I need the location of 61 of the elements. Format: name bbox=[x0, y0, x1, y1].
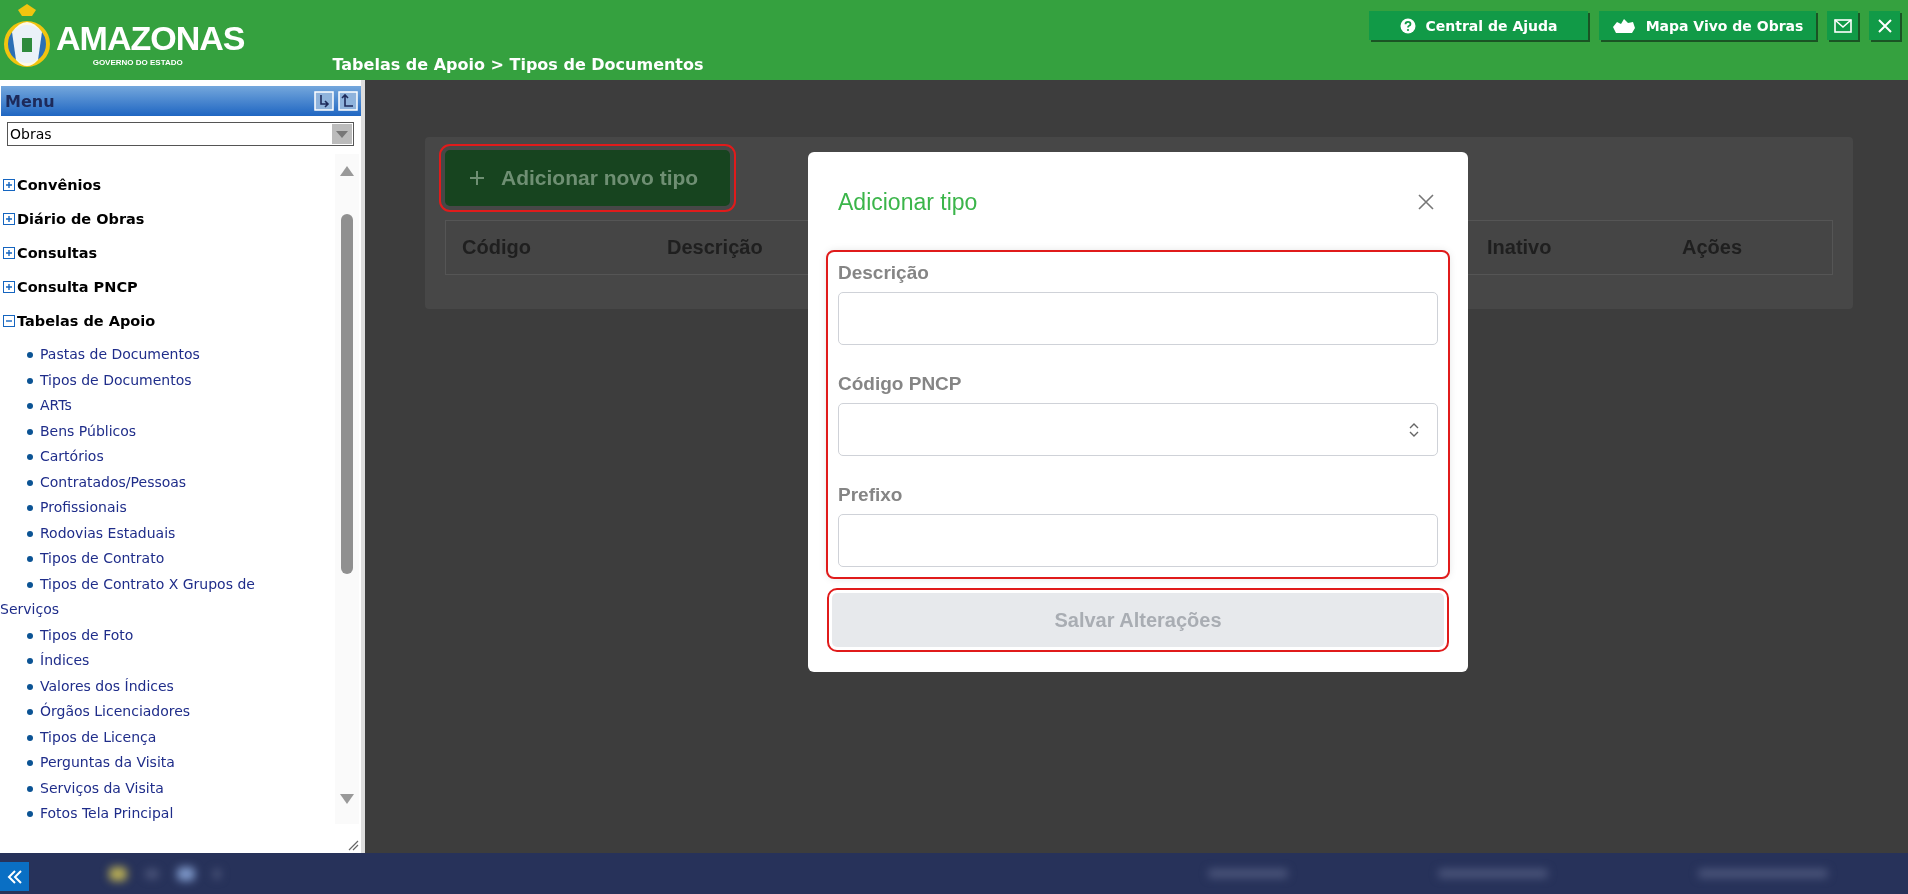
menu-link[interactable]: Tipos de Contrato bbox=[0, 546, 335, 572]
menu-link[interactable]: Índices bbox=[0, 648, 335, 674]
menu-link[interactable]: Órgãos Licenciadores bbox=[0, 699, 335, 725]
text-field[interactable] bbox=[838, 514, 1438, 567]
field-label: Prefixo bbox=[838, 484, 904, 506]
menu-link[interactable]: Bens Públicos bbox=[0, 418, 335, 444]
scroll-down-icon[interactable] bbox=[340, 794, 354, 804]
logo-subtitle: GOVERNO DO ESTADO bbox=[92, 57, 183, 67]
menu-link[interactable]: Tipos de Documentos bbox=[0, 367, 335, 393]
scroll-up-icon[interactable] bbox=[340, 166, 354, 176]
module-select[interactable]: Obras bbox=[7, 122, 354, 146]
select-field[interactable] bbox=[838, 403, 1438, 456]
menu-group[interactable]: Diário de Obras bbox=[17, 211, 145, 227]
menu-link[interactable]: Tipos de Contrato X Grupos de Serviços bbox=[0, 571, 335, 623]
mail-icon bbox=[1833, 18, 1852, 33]
map-button[interactable]: Mapa Vivo de Obras bbox=[1599, 11, 1816, 40]
scrollbar[interactable] bbox=[335, 154, 359, 824]
resize-grip-icon[interactable] bbox=[347, 839, 359, 851]
help-button[interactable]: Central de Ajuda bbox=[1369, 11, 1588, 40]
menu-group[interactable]: Consulta PNCP bbox=[17, 279, 138, 295]
close-icon bbox=[1418, 194, 1434, 210]
close-button[interactable] bbox=[1416, 192, 1436, 212]
text-field[interactable] bbox=[838, 292, 1438, 345]
menu-link[interactable]: ARTs bbox=[0, 393, 335, 419]
modal-title: Adicionar tipo bbox=[838, 188, 978, 216]
close-icon bbox=[1876, 17, 1893, 34]
plus-icon bbox=[469, 170, 485, 186]
menu-link[interactable]: Tipos de Licença bbox=[0, 724, 335, 750]
sort-arrows-icon bbox=[1409, 421, 1419, 438]
menu-link[interactable]: Profissionais bbox=[0, 495, 335, 521]
expand-icon[interactable] bbox=[3, 179, 15, 191]
double-chevron-left-icon bbox=[6, 869, 23, 884]
collapse-all-icon[interactable] bbox=[338, 91, 358, 111]
menu-link[interactable]: Valores dos Índices bbox=[0, 673, 335, 699]
help-icon bbox=[1399, 17, 1416, 34]
collapse-icon[interactable] bbox=[3, 315, 15, 327]
menu-title: Menu bbox=[5, 91, 55, 111]
collapse-button[interactable] bbox=[0, 862, 29, 891]
menu-link[interactable]: Perguntas da Visita bbox=[0, 750, 335, 776]
close-button[interactable] bbox=[1869, 11, 1900, 40]
expand-icon[interactable] bbox=[3, 281, 15, 293]
menu-group[interactable]: Consultas bbox=[17, 245, 98, 261]
menu-link[interactable]: Serviços da Visita bbox=[0, 775, 335, 801]
menu-link[interactable]: Pastas de Documentos bbox=[0, 342, 335, 368]
breadcrumb: Tabelas de Apoio > Tipos de Documentos bbox=[332, 55, 704, 74]
menu-link[interactable]: Fotos Tela Principal bbox=[0, 801, 335, 827]
menu-link[interactable]: Contratados/Pessoas bbox=[0, 469, 335, 495]
menu-group[interactable]: Convênios bbox=[17, 177, 102, 193]
field-label: Código PNCP bbox=[838, 373, 963, 395]
expand-icon[interactable] bbox=[3, 247, 15, 259]
menu-link[interactable]: Rodovias Estaduais bbox=[0, 520, 335, 546]
expand-all-icon[interactable] bbox=[314, 91, 334, 111]
dropdown-caret-icon bbox=[336, 130, 348, 138]
expand-icon[interactable] bbox=[3, 213, 15, 225]
menu-group[interactable]: Tabelas de Apoio bbox=[17, 313, 156, 329]
map-icon bbox=[1611, 17, 1636, 34]
field-label: Descrição bbox=[838, 262, 930, 284]
mail-button[interactable] bbox=[1827, 11, 1858, 40]
menu-link[interactable]: Cartórios bbox=[0, 444, 335, 470]
menu-link[interactable]: Tipos de Foto bbox=[0, 622, 335, 648]
logo-title: AMAZONAS bbox=[56, 17, 245, 58]
